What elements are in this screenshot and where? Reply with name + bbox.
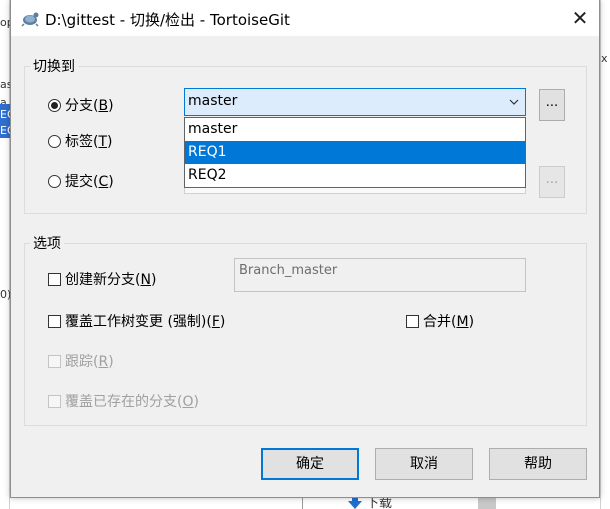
bg-fragment: 0)	[0, 288, 10, 301]
dropdown-option-req2[interactable]: REQ2	[185, 164, 525, 187]
bg-gray-box	[478, 497, 496, 509]
radio-branch[interactable]: 分支(B)	[48, 95, 114, 115]
track-checkbox: 跟踪(R)	[48, 351, 114, 371]
create-branch-label: 创建新分支(N)	[65, 272, 157, 288]
merge-checkbox[interactable]: 合并(M)	[406, 311, 474, 331]
radio-commit[interactable]: 提交(C)	[48, 171, 114, 191]
cancel-button[interactable]: 取消	[375, 448, 473, 480]
radio-tag[interactable]: 标签(T)	[48, 131, 113, 151]
branch-dropdown-list: master REQ1 REQ2	[184, 117, 526, 188]
radio-branch-indicator	[48, 98, 61, 112]
merge-label: 合并(M)	[423, 314, 475, 330]
close-button[interactable]: ✕	[563, 4, 597, 32]
override-existing-label: 覆盖已存在的分支(O)	[65, 394, 199, 410]
new-branch-name-field[interactable]: Branch_master	[234, 258, 526, 292]
create-branch-box	[48, 272, 61, 286]
ok-button[interactable]: 确定	[261, 448, 359, 480]
tortoisegit-icon	[21, 12, 39, 27]
background-window-right: x	[600, 0, 610, 509]
background-window-left: op as a EQ EQ 0)	[0, 0, 10, 509]
bg-fragment: x	[601, 52, 608, 65]
radio-commit-label: 提交(C)	[65, 174, 114, 190]
close-icon: ✕	[571, 6, 589, 30]
bg-fragment: EQ	[0, 108, 10, 121]
merge-box	[406, 314, 419, 328]
branch-combo[interactable]: master	[184, 88, 526, 116]
branch-combo-value: master	[188, 93, 238, 109]
help-button[interactable]: 帮助	[489, 448, 587, 480]
bg-fragment: as	[0, 78, 10, 91]
bg-fragment: op	[0, 16, 10, 29]
track-label: 跟踪(R)	[65, 354, 114, 370]
commit-browse-button: ...	[539, 166, 565, 198]
title-bar[interactable]: D:\gittest - 切换/检出 - TortoiseGit ✕	[11, 0, 599, 36]
override-existing-box	[48, 394, 61, 408]
override-existing-checkbox: 覆盖已存在的分支(O)	[48, 391, 199, 411]
create-branch-checkbox[interactable]: 创建新分支(N)	[48, 269, 156, 289]
branch-browse-button[interactable]: ...	[539, 89, 565, 121]
window-title: D:\gittest - 切换/检出 - TortoiseGit	[45, 11, 290, 29]
track-box	[48, 354, 61, 368]
switch-checkout-dialog: D:\gittest - 切换/检出 - TortoiseGit ✕ 切换到 分…	[10, 0, 600, 498]
override-worktree-checkbox[interactable]: 覆盖工作树变更 (强制)(F)	[48, 311, 225, 331]
switch-to-legend: 切换到	[30, 56, 78, 76]
dropdown-option-master[interactable]: master	[185, 118, 525, 141]
dropdown-option-req1[interactable]: REQ1	[185, 141, 525, 164]
override-worktree-label: 覆盖工作树变更 (强制)(F)	[65, 314, 226, 330]
chevron-down-icon	[509, 99, 519, 105]
radio-tag-indicator	[48, 134, 61, 148]
options-legend: 选项	[30, 233, 64, 253]
override-worktree-box	[48, 314, 61, 328]
bg-fragment: EQ	[0, 124, 10, 137]
radio-commit-indicator	[48, 174, 61, 188]
radio-tag-label: 标签(T)	[65, 134, 113, 150]
radio-branch-label: 分支(B)	[65, 98, 114, 114]
